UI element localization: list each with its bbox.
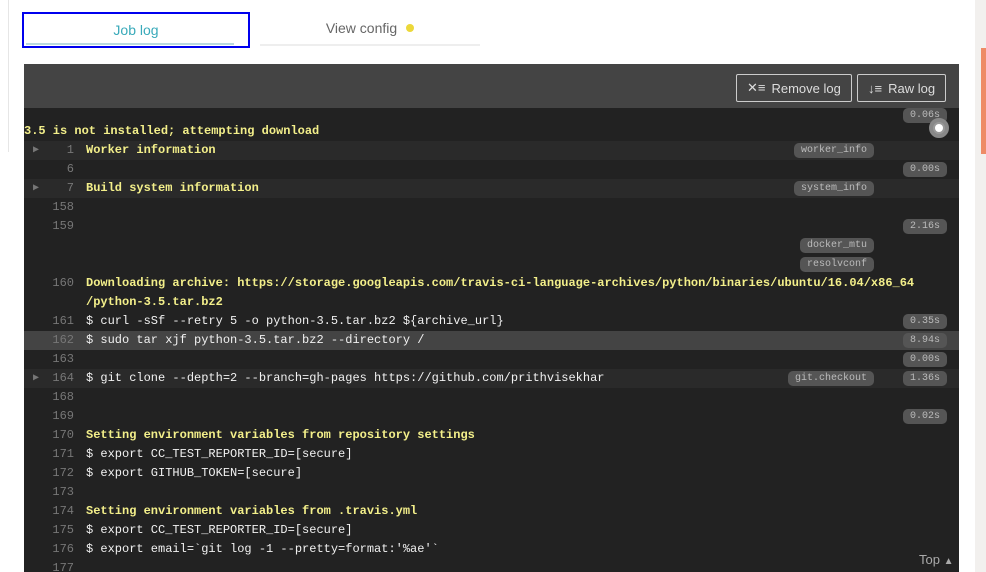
duration-badge: 0.35s (903, 314, 948, 329)
log-line: 174 Setting environment variables from .t… (24, 502, 959, 521)
line-number[interactable]: 160 (24, 274, 74, 293)
button-label: Raw log (888, 80, 936, 96)
raw-log-icon: ↓≡ (868, 80, 883, 96)
line-text: $ sudo tar xjf python-3.5.tar.bz2 --dire… (86, 333, 425, 347)
log-line: 171 $ export CC_TEST_REPORTER_ID=[secure] (24, 445, 959, 464)
line-number[interactable]: 169 (24, 407, 74, 426)
log-line: 169 0.02s (24, 407, 959, 426)
line-number[interactable]: 162 (24, 331, 74, 350)
duration-badge: 8.94s (903, 333, 948, 348)
fold-tag: worker_info (793, 143, 874, 158)
log-line: 158 (24, 198, 959, 217)
log-line: 161 $ curl -sSf --retry 5 -o python-3.5.t… (24, 312, 959, 331)
log-lines: 0.06s 3.5 is not installed; attempting do… (24, 108, 959, 572)
line-text: $ export GITHUB_TOKEN=[secure] (86, 466, 303, 480)
log-line: 170 Setting environment variables from re… (24, 426, 959, 445)
log-line: 160 Downloading archive: https://storage.… (24, 274, 959, 293)
button-label: Remove log (771, 80, 841, 96)
fold-tag: docker_mtu (799, 238, 874, 253)
log-line: 173 (24, 483, 959, 502)
line-number[interactable]: 168 (24, 388, 74, 407)
scroll-top-link[interactable]: Top ▲ (919, 552, 954, 567)
line-text: $ curl -sSf --retry 5 -o python-3.5.tar.… (86, 314, 504, 328)
line-number[interactable]: 177 (24, 559, 74, 572)
log-line: 177 (24, 559, 959, 572)
remove-log-button[interactable]: ✕≡ Remove log (736, 74, 852, 102)
log-toolbar: ✕≡ Remove log ↓≡ Raw log (24, 64, 959, 108)
caret-up-icon: ▲ (943, 556, 954, 567)
log-line: /python-3.5.tar.bz2 (24, 293, 959, 312)
remove-log-icon: ✕≡ (747, 80, 766, 95)
line-number[interactable]: 173 (24, 483, 74, 502)
line-number[interactable]: 161 (24, 312, 74, 331)
raw-log-button[interactable]: ↓≡ Raw log (857, 74, 947, 102)
line-text: 3.5 is not installed; attempting downloa… (24, 124, 320, 138)
line-number[interactable]: 7 (24, 179, 74, 198)
fold-tag: system_info (793, 181, 874, 196)
duration-badge: 0.02s (903, 409, 948, 424)
line-number[interactable]: 159 (24, 217, 74, 236)
duration-badge: 2.16s (903, 219, 948, 234)
log-line: 175 $ export CC_TEST_REPORTER_ID=[secure] (24, 521, 959, 540)
tab-job-log[interactable]: Job log (22, 12, 250, 48)
log-line: 3.5 is not installed; attempting downloa… (24, 122, 959, 141)
tab-label: Job log (113, 22, 159, 38)
line-text: $ git clone --depth=2 --branch=gh-pages … (86, 371, 605, 385)
log-line: 0.06s (24, 108, 959, 123)
fold-tag: git.checkout (787, 371, 874, 386)
line-text: Setting environment variables from repos… (86, 428, 475, 442)
line-number[interactable]: 6 (24, 160, 74, 179)
line-number[interactable]: 174 (24, 502, 74, 521)
log-line: resolvconf (24, 255, 959, 274)
log-line: 159 2.16s (24, 217, 959, 236)
line-text: Downloading archive: https://storage.goo… (86, 276, 915, 290)
status-dot-icon (406, 24, 415, 32)
line-number[interactable]: 1 (24, 141, 74, 160)
line-number[interactable]: 158 (24, 198, 74, 217)
line-number[interactable]: 163 (24, 350, 74, 369)
log-line: 176 $ export email=`git log -1 --pretty=f… (24, 540, 959, 559)
line-text: Build system information (86, 181, 259, 195)
line-text: Worker information (86, 143, 216, 157)
top-label: Top (919, 552, 940, 567)
line-number[interactable]: 170 (24, 426, 74, 445)
log-line: 172 $ export GITHUB_TOKEN=[secure] (24, 464, 959, 483)
log-line: 162 $ sudo tar xjf python-3.5.tar.bz2 --d… (24, 331, 959, 350)
line-number[interactable]: 172 (24, 464, 74, 483)
panel-border (8, 0, 9, 152)
line-text: $ export CC_TEST_REPORTER_ID=[secure] (86, 523, 353, 537)
line-number[interactable]: 176 (24, 540, 74, 559)
log-line[interactable]: ▶ 7 Build system information system_info (24, 179, 959, 198)
line-number[interactable]: 171 (24, 445, 74, 464)
tab-view-config[interactable]: View config (260, 12, 480, 46)
line-number[interactable]: 164 (24, 369, 74, 388)
scroll-knob[interactable] (929, 118, 949, 138)
log-line: 163 0.00s (24, 350, 959, 369)
line-text: $ export email=`git log -1 --pretty=form… (86, 542, 439, 556)
line-text: Setting environment variables from .trav… (86, 504, 418, 518)
line-text: /python-3.5.tar.bz2 (86, 295, 223, 309)
duration-badge: 0.00s (903, 162, 948, 177)
log-line: 168 (24, 388, 959, 407)
tab-label: View config (325, 20, 398, 36)
scrollbar-thumb[interactable] (981, 48, 986, 154)
line-number[interactable]: 175 (24, 521, 74, 540)
log-line: 6 0.00s (24, 160, 959, 179)
log-line[interactable]: ▶ 1 Worker information worker_info (24, 141, 959, 160)
duration-badge: 0.00s (903, 352, 948, 367)
line-text: $ export CC_TEST_REPORTER_ID=[secure] (86, 447, 353, 461)
log-line: docker_mtu (24, 236, 959, 255)
log-line[interactable]: ▶ 164 $ git clone --depth=2 --branch=gh-pa… (24, 369, 959, 388)
job-log: ✕≡ Remove log ↓≡ Raw log 0.06s 3.5 is not i… (24, 64, 959, 572)
fold-tag: resolvconf (799, 257, 874, 272)
duration-badge: 1.36s (903, 371, 948, 386)
